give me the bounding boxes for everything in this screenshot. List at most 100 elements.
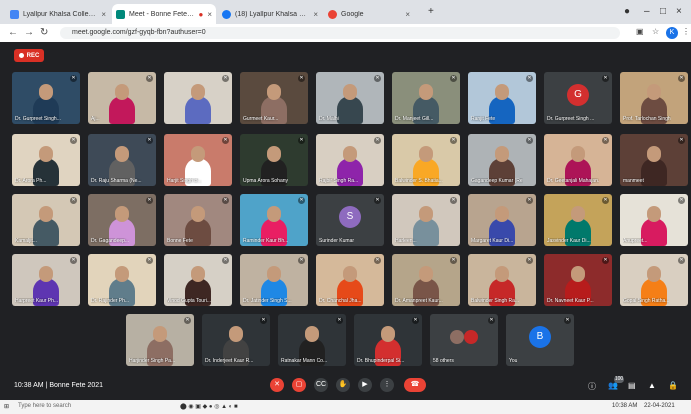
participant-tile[interactable]: ✕	[164, 72, 232, 124]
participant-tile[interactable]: ✕ Jasvinder Kaur Di...	[544, 194, 612, 246]
participant-tile[interactable]: ✕ Balwinder Singh Ra...	[468, 254, 536, 306]
close-tab-icon[interactable]: ×	[101, 10, 106, 19]
participant-tile[interactable]: ✕ Dr. Raju Sharma (Ne...	[88, 134, 156, 186]
mic-muted-icon: ✕	[526, 137, 533, 144]
participant-tile[interactable]: ✕ Dr. Jatinder Singh S...	[240, 254, 308, 306]
url-field[interactable]: meet.google.com/gzf-gyqb-fbn?authuser=0	[60, 27, 620, 39]
participant-tile[interactable]: ✕ Rajbir Singh Ra...	[316, 134, 384, 186]
tab-search-icon[interactable]: ●	[624, 6, 630, 17]
reload-icon[interactable]: ↻	[40, 27, 48, 38]
forward-icon[interactable]: →	[24, 27, 34, 38]
participant-tile[interactable]: ✕ Vinod Gupta Touri...	[164, 254, 232, 306]
taskbar-app-icons[interactable]: ⬤ ◉ ▣ ◆ ● ◎ ▲ ◐ ■	[180, 403, 238, 410]
participant-video-head	[39, 206, 53, 222]
close-tab-icon[interactable]: ×	[313, 10, 318, 19]
mic-muted-icon: ✕	[564, 317, 571, 324]
mic-muted-icon: ✕	[374, 75, 381, 82]
participant-tile[interactable]: ✕ Anupreet...	[620, 194, 688, 246]
participant-tile[interactable]: S ✕ Surinder Kumar	[316, 194, 384, 246]
maximize-icon[interactable]: □	[660, 6, 666, 17]
new-tab-icon[interactable]: +	[428, 6, 434, 17]
participant-name: Kamaljit...	[15, 238, 37, 244]
raise-hand-button[interactable]: ✋	[336, 378, 350, 392]
participant-count-badge: 100	[614, 376, 624, 383]
participant-tile[interactable]: ✕ Raminder Kaur Bh...	[240, 194, 308, 246]
mic-muted-icon: ✕	[678, 197, 685, 204]
participant-video-head	[267, 206, 281, 222]
more-options-button[interactable]: ⋮	[380, 378, 394, 392]
camera-off-button[interactable]: ▢	[292, 378, 306, 392]
participant-tile[interactable]: ✕ Dr. Manjeet Gill...	[392, 72, 460, 124]
close-tab-icon[interactable]: ×	[405, 10, 410, 19]
mic-off-button[interactable]: ✕	[270, 378, 284, 392]
participant-tile[interactable]: ✕ Dr. Amanpreet Kaur...	[392, 254, 460, 306]
participant-tile[interactable]: ✕ Bonne Fete	[164, 194, 232, 246]
participant-tile[interactable]: ✕ Prof. Tarlochan Singh	[620, 72, 688, 124]
tab-google[interactable]: Google ×	[324, 4, 414, 24]
end-call-button[interactable]: ☎	[404, 378, 426, 392]
participant-tile[interactable]: ✕ Harjit Singh B...	[164, 134, 232, 186]
star-icon[interactable]: ☆	[652, 27, 659, 36]
participant-name: Raminder Kaur Bh...	[243, 238, 289, 244]
host-controls-icon[interactable]: 🔒	[668, 381, 678, 390]
menu-icon[interactable]: ⋮	[682, 27, 690, 36]
participant-video-head	[419, 266, 433, 282]
participant-tile[interactable]: ✕ Margaret Kaur Di...	[468, 194, 536, 246]
participant-tile[interactable]: ✕ manmeet	[620, 134, 688, 186]
back-icon[interactable]: ←	[8, 27, 18, 38]
participant-name: Balwinder S. Bhatia...	[395, 178, 443, 184]
taskbar-search-field[interactable]: Type here to search	[18, 403, 71, 409]
participant-tile[interactable]: ✕ Upma Arora Sohany	[240, 134, 308, 186]
camera-indicator-icon[interactable]: ▣	[636, 27, 644, 36]
participant-video-head	[495, 84, 509, 100]
participant-tile[interactable]: ✕ Gopal Singh Ratha...	[620, 254, 688, 306]
participant-tile[interactable]: ✕ Dr. Arora Ph...	[12, 134, 80, 186]
present-button[interactable]: ▶	[358, 378, 372, 392]
participant-avatar: S	[339, 206, 361, 228]
participant-tile[interactable]: ✕ Dr. Rajinder Ph...	[88, 254, 156, 306]
participant-name: Aj...	[91, 116, 100, 122]
participant-name: Dr. Gagandeep...	[91, 238, 130, 244]
participant-tile[interactable]: ✕ Dr. Geetanjali Mahajan...	[544, 134, 612, 186]
participant-tile[interactable]: ✕ Harjinder Singh Pa...	[126, 314, 194, 366]
minimize-icon[interactable]: –	[644, 6, 650, 17]
windows-start-icon[interactable]: ⊞	[4, 403, 9, 410]
profile-avatar[interactable]: K	[666, 27, 678, 39]
close-window-icon[interactable]: ×	[676, 6, 682, 17]
meet-favicon-icon	[116, 9, 125, 19]
participant-tile[interactable]: ✕ Gagandeep Kumar (Re...	[468, 134, 536, 186]
participant-tile[interactable]: ✕ Gurmeet Kaur...	[240, 72, 308, 124]
tab-calendar[interactable]: Lyallpur Khalsa College - Calen ×	[6, 4, 110, 24]
participant-name: Harjinder Singh Pa...	[129, 358, 176, 364]
participant-tile[interactable]: ✕ Balwinder S. Bhatia...	[392, 134, 460, 186]
participant-tile[interactable]: B ✕ You	[506, 314, 574, 366]
mic-muted-icon: ✕	[450, 257, 457, 264]
close-tab-icon[interactable]: ×	[207, 10, 212, 19]
participant-tile[interactable]: ✕ 58 others	[430, 314, 498, 366]
tab-meet[interactable]: Meet - Bonne Fete 2021 ● ×	[112, 4, 216, 24]
participant-tile[interactable]: ✕ Dr. Malhi	[316, 72, 384, 124]
participant-tile[interactable]: ✕ Dr. Bhupinderpal Si...	[354, 314, 422, 366]
participant-video-head	[343, 266, 357, 282]
info-icon[interactable]: ⓘ	[588, 381, 596, 392]
participant-tile[interactable]: ✕ Dr. Gagandeep...	[88, 194, 156, 246]
calendar-favicon-icon	[10, 9, 19, 19]
participant-tile[interactable]: ✕ Aj...	[88, 72, 156, 124]
participant-tile[interactable]: G ✕ Dr. Gurpreet Singh ...	[544, 72, 612, 124]
participant-tile[interactable]: ✕ Ratnakar Mann Co...	[278, 314, 346, 366]
mic-muted-icon: ✕	[450, 75, 457, 82]
participant-tile[interactable]: ✕ Ranjit Fete	[468, 72, 536, 124]
participant-tile[interactable]: ✕ Harleen...	[392, 194, 460, 246]
participant-tile[interactable]: ✕ Dr. Navneet Kaur P...	[544, 254, 612, 306]
participant-video-head	[343, 84, 357, 100]
participant-tile[interactable]: ✕ Dr. Inderjeet Kaur R...	[202, 314, 270, 366]
captions-button[interactable]: CC	[314, 378, 328, 392]
participant-tile[interactable]: ✕ Dr. Gurpreet Singh...	[12, 72, 80, 124]
mic-muted-icon: ✕	[70, 197, 77, 204]
participant-tile[interactable]: ✕ Dr. Chanchal Jha...	[316, 254, 384, 306]
tab-facebook[interactable]: (18) Lyallpur Khalsa College, Jal ×	[218, 4, 322, 24]
participant-tile[interactable]: ✕ Kamaljit...	[12, 194, 80, 246]
chat-icon[interactable]: ▤	[628, 381, 636, 390]
participant-tile[interactable]: ✕ Harpreet Kaur Ph...	[12, 254, 80, 306]
activities-icon[interactable]: ▲	[648, 381, 656, 390]
